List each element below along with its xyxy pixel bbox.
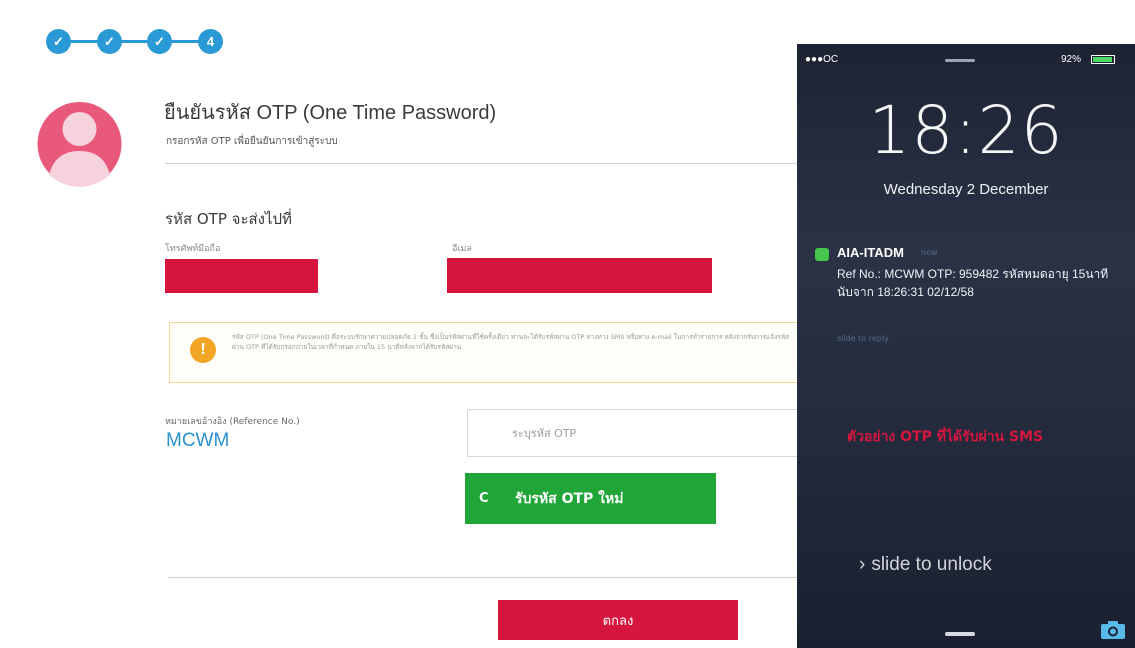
chevron-right-icon: › [859,554,866,575]
carrier-signal: ●●●OC [805,54,839,65]
sample-sms-caption: ตัวอย่าง OTP ที่ได้รับผ่าน SMS [847,429,1044,445]
request-new-otp-button[interactable]: C รับรหัส OTP ใหม่ [465,473,716,524]
lock-date: Wednesday 2 December [883,181,1049,198]
otp-input-placeholder: ระบุรหัส OTP [512,427,577,440]
otp-input[interactable]: ระบุรหัส OTP [467,409,812,457]
battery-icon [1091,55,1115,64]
phone-status-bar: ●●●OC 92% [797,52,1135,68]
checkmark-icon: ✓ [154,33,165,49]
page-subtitle: กรอกรหัส OTP เพื่อยืนยันการเข้าสู่ระบบ [166,136,338,147]
slide-to-unlock-label: slide to unlock [871,554,992,575]
lock-time: 18:26 [868,92,1064,169]
step-4-current: 4 [198,29,223,54]
header-divider [165,163,805,164]
user-avatar-icon [37,102,122,187]
notification-reply-hint: slide to reply [837,334,889,343]
speaker-slot [945,59,975,62]
warning-icon: ! [190,337,216,363]
battery-percent: 92% [1061,54,1082,65]
phone-lock-screen: ●●●OC 92% 18:26 Wednesday 2 December AIA… [797,44,1135,648]
phone-redacted-box [165,259,318,293]
notification-body: Ref No.: MCWM OTP: 959482 รหัสหมดอายุ 15… [837,267,1109,299]
checkmark-icon: ✓ [53,33,64,49]
notification-time: now [921,248,938,257]
request-new-otp-label: รับรหัส OTP ใหม่ [515,490,624,507]
reference-value: MCWM [166,430,230,451]
ok-button[interactable]: ตกลง [498,600,738,640]
messages-icon [815,248,829,261]
phone-label: โทรศัพท์มือถือ [165,244,221,254]
control-center-grabber[interactable] [945,632,975,636]
footer-divider [168,577,808,578]
step-1-done: ✓ [46,29,71,54]
step-3-done: ✓ [147,29,172,54]
slide-to-unlock[interactable]: › slide to unlock [859,554,992,576]
refresh-icon: C [479,491,489,506]
step-2-done: ✓ [97,29,122,54]
otp-send-to-title: รหัส OTP จะส่งไปที่ [165,210,292,228]
email-redacted-box [447,258,712,293]
notification-sender: AIA-ITADM [837,245,904,260]
notice-text: รหัส OTP (One Time Password) คือระบบรักษ… [232,333,789,351]
email-label: อีเมล [452,244,472,254]
reference-label: หมายเลขอ้างอิง (Reference No.) [165,417,300,427]
checkmark-icon: ✓ [104,33,115,49]
camera-icon[interactable] [1100,620,1126,640]
page-title: ยืนยันรหัส OTP (One Time Password) [164,102,497,124]
otp-info-notice: ! รหัส OTP (One Time Password) คือระบบรั… [169,322,809,383]
